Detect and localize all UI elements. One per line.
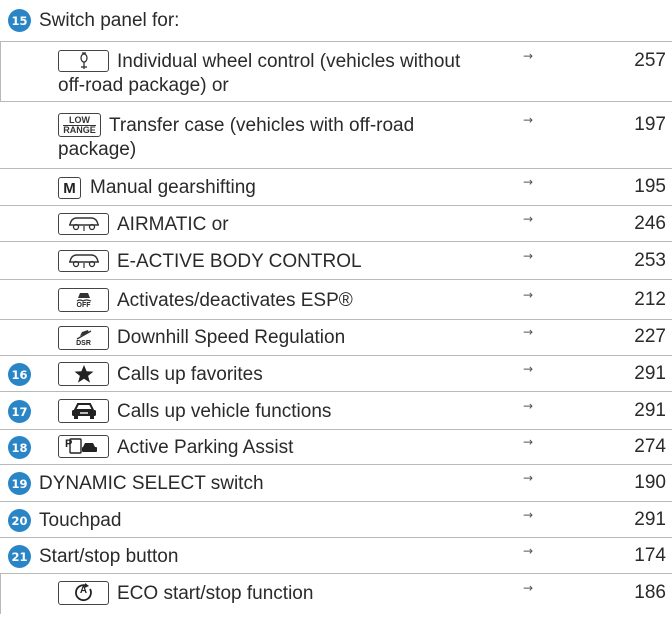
row-text: Touchpad: [39, 510, 122, 531]
row-text: Transfer case (vehicles with off-road: [109, 115, 415, 136]
page-arrow: →: [523, 544, 534, 558]
item-number-badge: 18: [8, 436, 31, 459]
page-number: 291: [634, 363, 666, 384]
manual-mode-icon: M: [58, 177, 81, 199]
page-number: 174: [634, 545, 666, 566]
item-number-badge: 20: [8, 509, 31, 532]
page-number: 195: [634, 176, 666, 197]
page-arrow: →: [523, 362, 534, 376]
page-arrow: →: [523, 249, 534, 263]
dsr-icon: DSR: [58, 326, 109, 350]
page-number: 212: [634, 289, 666, 310]
table-row: E-ACTIVE BODY CONTROL → 253: [0, 242, 672, 280]
row-text: Switch panel for:: [39, 10, 180, 31]
page-arrow: →: [523, 581, 534, 595]
table-row: A ECO start/stop function → 186: [0, 574, 672, 614]
page-arrow: →: [523, 113, 534, 127]
item-number-badge: 15: [8, 9, 31, 32]
switch-panel-table: 15 Switch panel for: Individual wheel co…: [0, 0, 672, 614]
table-row: DSR Downhill Speed Regulation → 227: [0, 320, 672, 356]
page-number: 190: [634, 472, 666, 493]
table-row: OFF Activates/deactivates ESP® → 212: [0, 280, 672, 320]
table-row: Individual wheel control (vehicles witho…: [0, 41, 672, 102]
page-arrow: →: [523, 288, 534, 302]
page-arrow: →: [523, 399, 534, 413]
page-number: 257: [634, 50, 666, 71]
page-arrow: →: [523, 435, 534, 449]
row-text: Start/stop button: [39, 546, 179, 567]
page-arrow: →: [523, 175, 534, 189]
item-number-badge: 17: [8, 400, 31, 423]
low-range-icon: LOW RANGE: [58, 113, 101, 137]
row-text: AIRMATIC or: [117, 214, 229, 235]
row-text: E-ACTIVE BODY CONTROL: [117, 251, 362, 272]
row-text: off-road package) or: [58, 75, 229, 96]
table-row: AIRMATIC or → 246: [0, 206, 672, 242]
item-number-badge: 16: [8, 363, 31, 386]
parking-camera-icon: P: [58, 435, 109, 458]
row-text: Calls up vehicle functions: [117, 401, 332, 422]
table-row: 19 DYNAMIC SELECT switch → 190: [0, 465, 672, 502]
car-icon: [58, 399, 109, 423]
page-arrow: →: [523, 508, 534, 522]
table-row: 17 Calls up vehicle functions → 291: [0, 392, 672, 430]
page-number: 291: [634, 509, 666, 530]
table-row: 21 Start/stop button → 174: [0, 538, 672, 574]
page-number: 246: [634, 213, 666, 234]
page-arrow: →: [523, 212, 534, 226]
item-number-badge: 19: [8, 472, 31, 495]
table-row: LOW RANGE Transfer case (vehicles with of…: [0, 102, 672, 169]
wheel-lift-icon: [58, 50, 109, 72]
table-row: 18 P Active Parking Assist → 274: [0, 430, 672, 465]
row-text: ECO start/stop function: [117, 583, 314, 604]
row-text: Active Parking Assist: [117, 437, 294, 458]
table-row: 16 Calls up favorites → 291: [0, 356, 672, 392]
suspension-icon: [58, 250, 109, 272]
row-text: Calls up favorites: [117, 364, 263, 385]
row-text: DYNAMIC SELECT switch: [39, 473, 264, 494]
page-number: 227: [634, 326, 666, 347]
page-arrow: →: [523, 325, 534, 339]
table-row: M Manual gearshifting → 195: [0, 169, 672, 206]
eco-start-stop-icon: A: [58, 581, 109, 605]
table-row: 15 Switch panel for:: [0, 0, 672, 41]
star-icon: [58, 362, 109, 386]
suspension-icon: [58, 213, 109, 235]
table-row: 20 Touchpad → 291: [0, 502, 672, 538]
row-text: Downhill Speed Regulation: [117, 327, 346, 348]
row-text: Activates/deactivates ESP®: [117, 290, 353, 311]
page-number: 253: [634, 250, 666, 271]
page-number: 186: [634, 582, 666, 603]
page-number: 274: [634, 436, 666, 457]
esp-off-icon: OFF: [58, 288, 109, 312]
item-number-badge: 21: [8, 545, 31, 568]
page-arrow: →: [523, 49, 534, 63]
row-text: package): [58, 139, 137, 160]
page-number: 197: [634, 114, 666, 135]
page-number: 291: [634, 400, 666, 421]
page-arrow: →: [523, 471, 534, 485]
row-text: Manual gearshifting: [90, 177, 256, 198]
row-text: Individual wheel control (vehicles witho…: [117, 51, 461, 72]
